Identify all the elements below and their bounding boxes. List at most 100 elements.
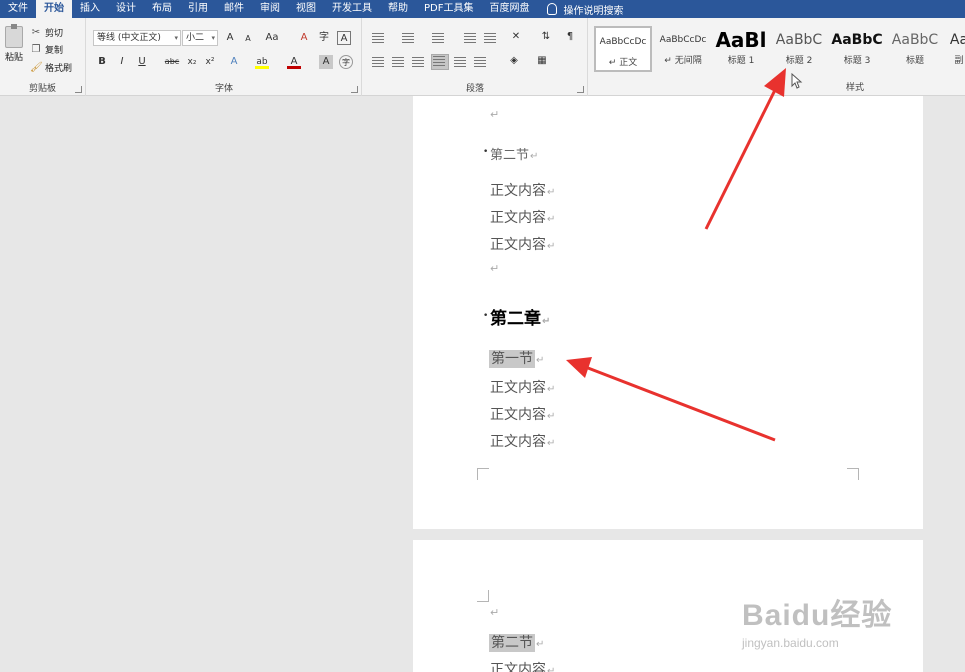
increase-indent-icon (484, 33, 496, 43)
change-case-button[interactable]: Aa (263, 31, 281, 45)
distributed-button[interactable] (453, 56, 467, 68)
tab-file[interactable]: 文件 (0, 0, 36, 18)
bullets-button[interactable] (371, 32, 385, 44)
shrink-font-button[interactable]: A (241, 32, 255, 46)
paragraph-mark: ↵ (547, 241, 556, 252)
style-heading-1[interactable]: AaBl 标题 1 (712, 26, 770, 72)
tell-me-search[interactable]: 操作说明搜索 (537, 2, 623, 17)
body-text: 正文内容 (490, 662, 546, 672)
style-subtitle-preview: Aa (949, 32, 965, 48)
borders-button[interactable]: ▦ (535, 54, 549, 68)
tab-baidu-netdisk[interactable]: 百度网盘 (481, 0, 537, 18)
style-normal[interactable]: AaBbCcDc ↵ 正文 (594, 26, 652, 72)
clipboard-launcher-icon[interactable] (75, 86, 82, 93)
format-painter-label: 格式刷 (45, 64, 73, 74)
tab-references[interactable]: 引用 (180, 0, 216, 18)
tab-help[interactable]: 帮助 (380, 0, 416, 18)
selected-section-2-text: 第二节 (489, 634, 535, 652)
underline-button[interactable]: U (135, 55, 149, 69)
bold-button[interactable]: B (95, 55, 109, 69)
cut-button[interactable]: ✂ 剪切 (30, 26, 63, 39)
body-paragraph[interactable]: 正文内容↵ (490, 234, 555, 254)
document-page-1[interactable]: ↵ • 第二节↵ 正文内容↵ 正文内容↵ 正文内容↵ ↵ • 第二章↵ 第一节 ↵… (413, 96, 923, 529)
style-heading-2[interactable]: AaBbC 标题 2 (770, 26, 828, 72)
style-subtitle-name: 副 (954, 56, 964, 66)
multilevel-list-icon (432, 33, 444, 43)
format-painter-button[interactable]: 🖌 格式刷 (30, 61, 72, 74)
font-launcher-icon[interactable] (351, 86, 358, 93)
paste-button[interactable]: 粘贴 (2, 24, 26, 63)
paste-label: 粘贴 (4, 53, 23, 63)
tab-review[interactable]: 审阅 (252, 0, 288, 18)
style-heading-3[interactable]: AaBbC 标题 3 (828, 26, 886, 72)
body-paragraph[interactable]: 正文内容↵ (490, 207, 555, 227)
font-size-value: 小二 (186, 33, 205, 43)
margin-corner-marker (477, 590, 489, 602)
paragraph-mark: ↵ (536, 355, 545, 366)
tell-me-label: 操作说明搜索 (563, 5, 624, 17)
style-title[interactable]: AaBbC 标题 (886, 26, 944, 72)
shading-button[interactable]: ◈ (507, 54, 521, 68)
line-spacing-button[interactable] (473, 56, 487, 68)
highlight-color-button[interactable]: ab (255, 55, 269, 69)
heading-bullet: • (483, 147, 489, 157)
phonetic-guide-button[interactable]: 字 (317, 31, 331, 45)
chinese-layout-button[interactable]: ✕ (509, 30, 523, 44)
tab-insert[interactable]: 插入 (72, 0, 108, 18)
body-paragraph[interactable]: 正文内容↵ (490, 431, 555, 451)
align-center-button[interactable] (391, 56, 405, 68)
body-paragraph[interactable]: 正文内容↵ (490, 404, 555, 424)
font-name-value: 等线 (中文正文) (97, 33, 161, 43)
subscript-button[interactable]: x₂ (185, 55, 199, 69)
clear-format-button[interactable]: A (297, 31, 311, 45)
sort-button[interactable]: ⇅ (539, 30, 553, 44)
show-marks-button[interactable]: ¶ (563, 30, 577, 44)
italic-button[interactable]: I (115, 55, 129, 69)
body-paragraph[interactable]: 正文内容↵ (490, 180, 555, 200)
tab-developer[interactable]: 开发工具 (324, 0, 380, 18)
justify-button[interactable] (431, 54, 449, 70)
body-paragraph[interactable]: 正文内容↵ (490, 377, 555, 397)
paragraph-mark: ↵ (547, 666, 556, 672)
enclose-char-button[interactable]: 字 (339, 55, 353, 69)
multilevel-list-button[interactable] (431, 32, 445, 44)
tab-home[interactable]: 开始 (36, 0, 72, 18)
strikethrough-button[interactable]: abc (163, 55, 181, 69)
increase-indent-button[interactable] (483, 32, 497, 44)
tab-view[interactable]: 视图 (288, 0, 324, 18)
tab-layout[interactable]: 布局 (144, 0, 180, 18)
decrease-indent-icon (464, 33, 476, 43)
selected-section-2[interactable]: 第二节 ↵ (489, 632, 544, 652)
font-color-button[interactable]: A (287, 55, 301, 69)
style-normal-preview: AaBbCcDc (599, 37, 647, 47)
tab-mailings[interactable]: 邮件 (216, 0, 252, 18)
style-heading-2-preview: AaBbC (775, 32, 823, 48)
heading-section-2[interactable]: 第二节↵ (490, 144, 538, 163)
numbering-button[interactable] (401, 32, 415, 44)
text-effects-button[interactable]: A (227, 55, 241, 69)
body-paragraph[interactable]: 正文内容↵ (490, 659, 555, 672)
char-border-button[interactable]: A (337, 31, 351, 45)
font-name-select[interactable]: 等线 (中文正文) ▾ (93, 30, 181, 46)
align-left-button[interactable] (371, 56, 385, 68)
paragraph-launcher-icon[interactable] (577, 86, 584, 93)
decrease-indent-button[interactable] (463, 32, 477, 44)
paragraph-mark: ↵ (547, 187, 556, 198)
align-right-button[interactable] (411, 56, 425, 68)
tab-pdf-tools[interactable]: PDF工具集 (416, 0, 481, 18)
style-subtitle[interactable]: Aa 副 (944, 26, 965, 72)
clipboard-icon (5, 24, 23, 48)
font-group-label: 字体 (214, 84, 233, 94)
margin-corner-marker (477, 468, 489, 480)
tab-design[interactable]: 设计 (108, 0, 144, 18)
styles-gallery: AaBbCcDc ↵ 正文 AaBbCcDc ↵ 无间隔 AaBl 标题 1 A… (592, 24, 965, 84)
char-shading-button[interactable]: A (319, 55, 333, 69)
grow-font-button[interactable]: A (223, 31, 237, 45)
heading-chapter-2[interactable]: 第二章↵ (490, 304, 550, 329)
copy-button[interactable]: ❐ 复制 (30, 43, 64, 56)
superscript-button[interactable]: x² (203, 55, 217, 69)
font-size-select[interactable]: 小二 ▾ (182, 30, 218, 46)
styles-group-label: 样式 (845, 83, 864, 93)
style-no-spacing[interactable]: AaBbCcDc ↵ 无间隔 (654, 26, 712, 72)
selected-section-1[interactable]: 第一节 ↵ (489, 348, 544, 368)
